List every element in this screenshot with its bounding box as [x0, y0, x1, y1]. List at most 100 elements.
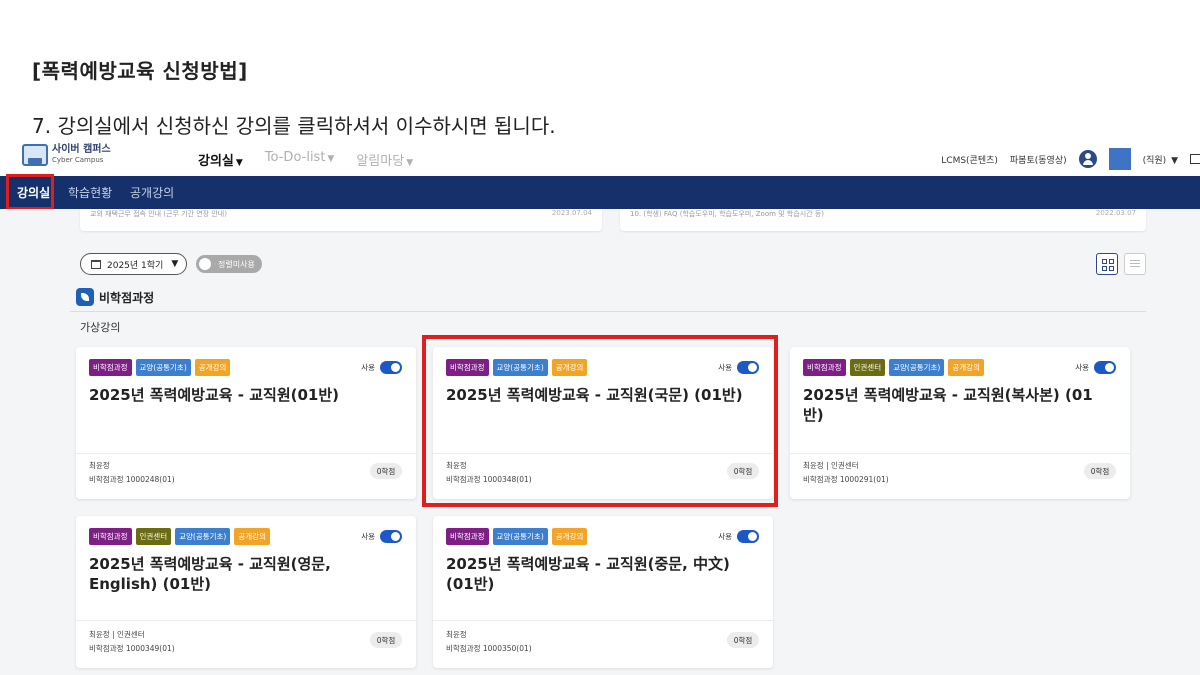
credit-badge: 0학점	[1084, 463, 1116, 479]
course-tag: 공개강의	[948, 359, 984, 376]
sort-toggle[interactable]: 정렬미사용	[196, 255, 262, 273]
top-navigation: 강의실 ▼ To-Do-list ▼ 알림마당 ▼	[198, 150, 413, 169]
toggle-switch[interactable]	[380, 361, 402, 374]
use-toggle-label: 사용	[718, 532, 732, 541]
course-tag: 공개강의	[194, 359, 231, 376]
course-card[interactable]: 비학점과정 인권센터 교양(공통기초) 공개강의 사용 2025년 폭력예방교육…	[790, 347, 1130, 499]
card-divider	[76, 453, 416, 454]
course-tags: 비학점과정 인권센터 교양(공통기초) 공개강의	[803, 359, 984, 376]
course-tag: 인권센터	[135, 528, 172, 545]
caret-down-icon: ▼	[406, 158, 414, 168]
course-tag: 공개강의	[551, 528, 588, 545]
section-title: 비학점과정	[99, 291, 155, 305]
notice-title: 10. (학생) FAQ (학습도우미, 학습도우미, Zoom 및 학습시간 …	[630, 210, 824, 218]
course-code: 비학점과정 1000350(01)	[446, 644, 532, 653]
course-card[interactable]: 비학점과정 교양(공통기초) 공개강의 사용 2025년 폭력예방교육 - 교직…	[76, 347, 416, 499]
course-card[interactable]: 비학점과정 교양(공통기초) 공개강의 사용 2025년 폭력예방교육 - 교직…	[433, 516, 773, 668]
course-professor: 최윤정 | 인권센터	[89, 630, 145, 639]
slide-step-instruction: 7. 강의실에서 신청하신 강의를 클릭하셔서 이수하시면 됩니다.	[32, 114, 556, 138]
toggle-switch[interactable]	[1094, 361, 1116, 374]
subnav-learning-status[interactable]: 학습현황	[68, 184, 112, 201]
use-toggle[interactable]: 사용	[361, 530, 402, 543]
semester-select[interactable]: 2025년 1학기 ▼	[80, 253, 187, 275]
course-professor: 최윤정	[89, 461, 110, 470]
sub-navigation: 강의실 학습현황 공개강의	[0, 176, 1200, 209]
logo-title: 사이버 캠퍼스	[52, 144, 111, 155]
course-tag: 교양(공통기초)	[889, 359, 945, 376]
course-title[interactable]: 2025년 폭력예방교육 - 교직원(01반)	[89, 385, 396, 405]
course-tag: 공개강의	[234, 528, 270, 545]
section-divider	[70, 311, 1146, 312]
course-code: 비학점과정 1000291(01)	[803, 475, 889, 484]
list-view-icon[interactable]	[1124, 253, 1146, 275]
sort-toggle-label: 정렬미사용	[218, 259, 255, 269]
toggle-switch[interactable]	[737, 530, 759, 543]
course-professor: 최윤정	[446, 630, 467, 639]
credit-badge: 0학점	[370, 632, 402, 648]
notice-card[interactable]: 10. (학생) FAQ (학습도우미, 학습도우미, Zoom 및 학습시간 …	[620, 209, 1146, 231]
semester-value: 2025년 1학기	[107, 260, 164, 271]
course-code: 비학점과정 1000248(01)	[89, 475, 175, 484]
top-nav-todo[interactable]: To-Do-list ▼	[265, 150, 335, 169]
course-tag: 비학점과정	[446, 528, 489, 545]
caret-down-icon: ▼	[1171, 155, 1178, 166]
course-tags: 비학점과정 인권센터 교양(공통기초) 공개강의	[89, 528, 270, 545]
site-header: 사이버 캠퍼스 Cyber Campus 강의실 ▼ To-Do-list ▼ 알림…	[0, 140, 1200, 176]
card-divider	[433, 620, 773, 621]
top-nav-classroom[interactable]: 강의실 ▼	[198, 150, 243, 169]
notice-title: 교외 재택근무 접속 안내 (근무 기간 연장 안내)	[90, 210, 227, 218]
credit-badge: 0학점	[370, 463, 402, 479]
user-avatar[interactable]	[1108, 148, 1131, 170]
top-nav-notice[interactable]: 알림마당 ▼	[356, 150, 413, 169]
logo-subtitle: Cyber Campus	[52, 156, 104, 164]
course-tag: 교양(공통기초)	[492, 528, 548, 545]
calendar-icon	[91, 259, 101, 269]
course-professor: 최윤정 | 인권센터	[803, 461, 859, 470]
course-card[interactable]: 비학점과정 인권센터 교양(공통기초) 공개강의 사용 2025년 폭력예방교육…	[76, 516, 416, 668]
course-tags: 비학점과정 교양(공통기초) 공개강의	[446, 528, 588, 545]
subnav-open-lecture[interactable]: 공개강의	[130, 184, 174, 201]
media-link[interactable]: 파봄토(동영상)	[1010, 153, 1067, 166]
caret-down-icon: ▼	[171, 259, 179, 269]
course-tag: 비학점과정	[89, 359, 132, 376]
user-role[interactable]: (직원) ▼	[1143, 153, 1178, 166]
course-tag: 교양(공통기초)	[175, 528, 231, 545]
course-tag: 인권센터	[849, 359, 886, 376]
caret-down-icon: ▼	[327, 154, 335, 164]
header-utility: LCMS(콘텐츠) 파봄토(동영상) (직원) ▼	[941, 148, 1200, 170]
leaf-icon	[76, 288, 94, 306]
lcms-link[interactable]: LCMS(콘텐츠)	[941, 153, 998, 166]
use-toggle[interactable]: 사용	[1075, 361, 1116, 374]
course-title[interactable]: 2025년 폭력예방교육 - 교직원(영문, English) (01반)	[89, 554, 396, 594]
section-subtitle: 가상강의	[80, 321, 121, 334]
course-tag: 비학점과정	[803, 359, 846, 376]
course-tag: 교양(공통기초)	[135, 359, 191, 376]
use-toggle-label: 사용	[361, 532, 375, 541]
credit-badge: 0학점	[727, 632, 759, 648]
mail-icon[interactable]	[1190, 154, 1200, 164]
notice-date: 2022.03.07	[1095, 209, 1136, 217]
course-tags: 비학점과정 교양(공통기초) 공개강의	[89, 359, 231, 376]
use-toggle-label: 사용	[361, 363, 375, 372]
toggle-switch[interactable]	[380, 530, 402, 543]
card-divider	[790, 453, 1130, 454]
card-divider	[76, 620, 416, 621]
notice-date: 2023.07.04	[551, 209, 592, 217]
slide: [폭력예방교육 신청방법] 7. 강의실에서 신청하신 강의를 클릭하셔서 이수…	[0, 0, 1200, 675]
course-code: 비학점과정 1000349(01)	[89, 644, 175, 653]
user-icon[interactable]	[1078, 150, 1097, 168]
slide-title: [폭력예방교육 신청방법]	[32, 59, 248, 83]
grid-view-icon[interactable]	[1096, 253, 1118, 275]
notice-card[interactable]: 교외 재택근무 접속 안내 (근무 기간 연장 안내) 2023.07.04	[80, 209, 602, 231]
caret-down-icon: ▼	[235, 158, 243, 168]
site-logo[interactable]: 사이버 캠퍼스 Cyber Campus	[22, 144, 111, 166]
use-toggle-label: 사용	[1075, 363, 1089, 372]
course-title[interactable]: 2025년 폭력예방교육 - 교직원(중문, 中文) (01반)	[446, 554, 753, 594]
course-tag: 비학점과정	[89, 528, 132, 545]
highlight-box-course	[422, 335, 778, 507]
course-title[interactable]: 2025년 폭력예방교육 - 교직원(복사본) (01반)	[803, 385, 1110, 425]
use-toggle[interactable]: 사용	[718, 530, 759, 543]
monitor-logo-icon	[22, 144, 48, 166]
use-toggle[interactable]: 사용	[361, 361, 402, 374]
highlight-box-classroom	[6, 174, 54, 210]
